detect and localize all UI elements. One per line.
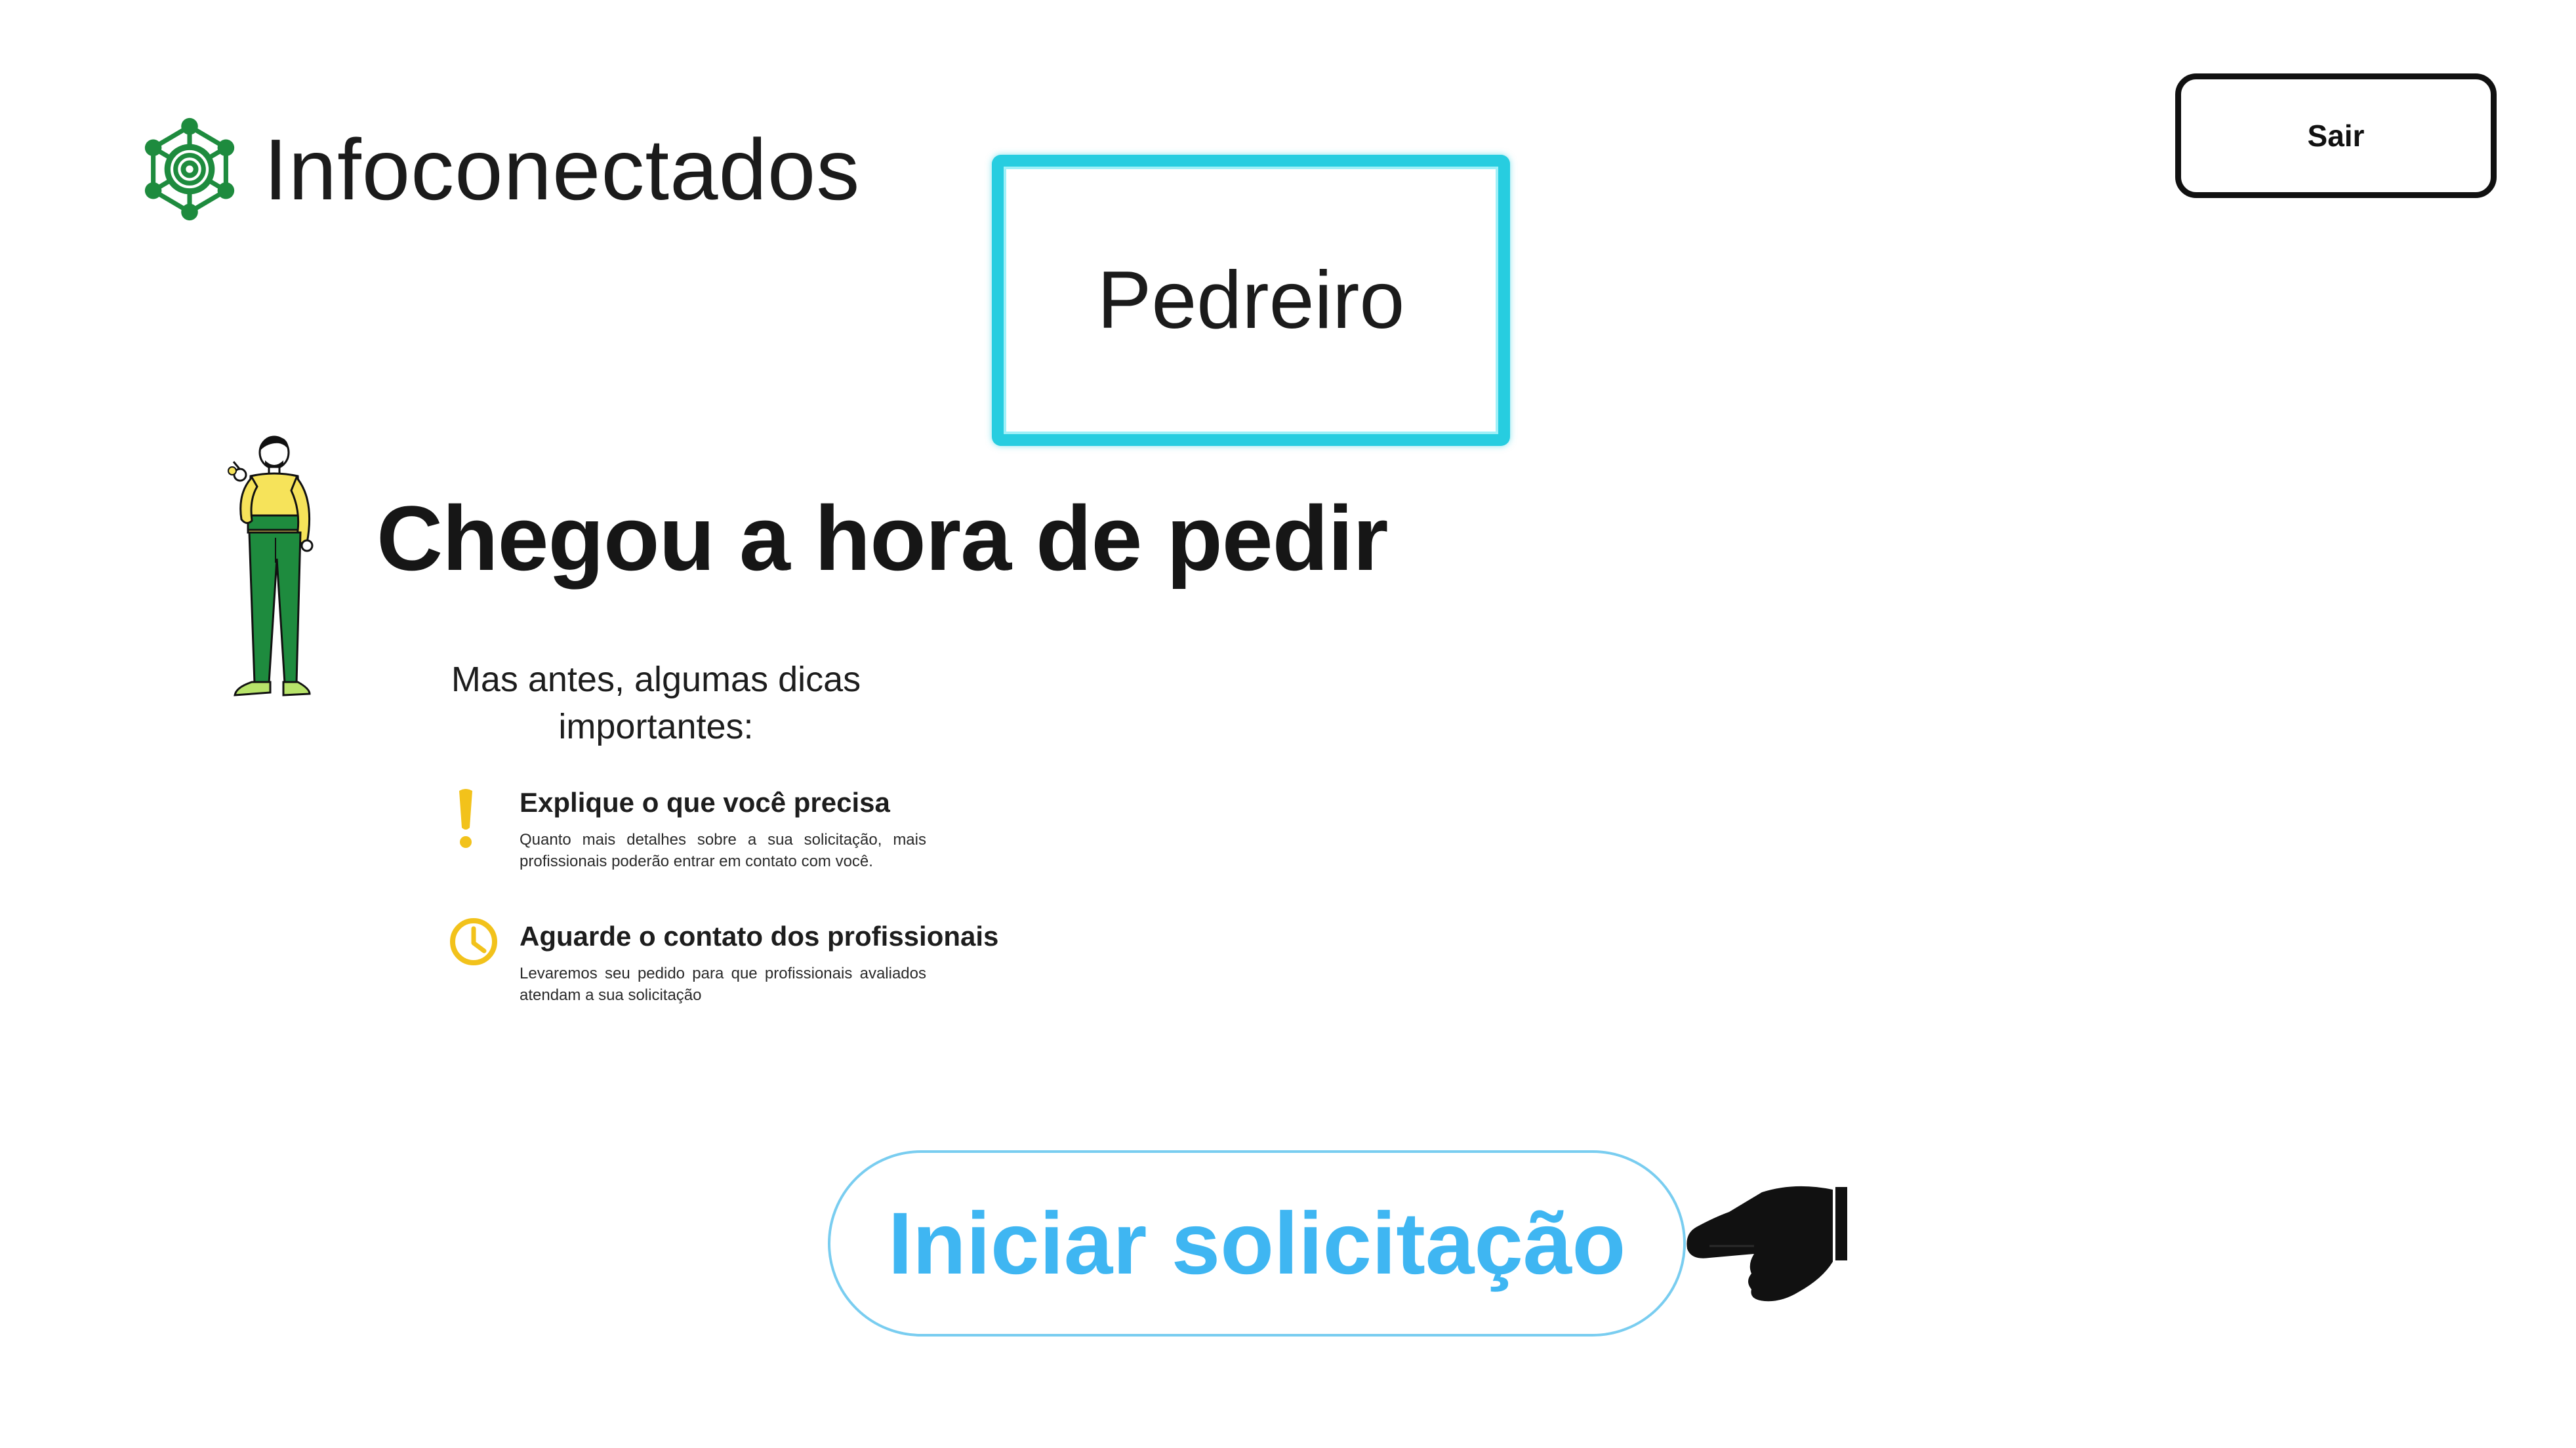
clock-icon [450, 918, 497, 965]
tip-title: Aguarde o contato dos profissionais [520, 921, 999, 952]
start-request-button[interactable]: Iniciar solicitação [828, 1150, 1686, 1337]
pointing-hand-icon [1687, 1186, 1847, 1302]
profession-card: Pedreiro [992, 155, 1510, 446]
tip-description: Quanto mais detalhes sobre a sua solicit… [520, 831, 926, 870]
network-icon [144, 117, 235, 221]
intro-text: Mas antes, algumas dicas importantes: [451, 660, 861, 746]
person-illustration [228, 435, 314, 696]
page-title: Chegou a hora de pedir [377, 487, 1389, 590]
tip-title: Explique o que você precisa [520, 787, 890, 818]
tip-description: Levaremos seu pedido para que profission… [520, 965, 926, 1004]
exclamation-icon [459, 789, 472, 848]
brand: Infoconectados [143, 117, 860, 222]
exit-button[interactable]: Sair [2175, 73, 2497, 198]
brand-name: Infoconectados [264, 121, 861, 218]
